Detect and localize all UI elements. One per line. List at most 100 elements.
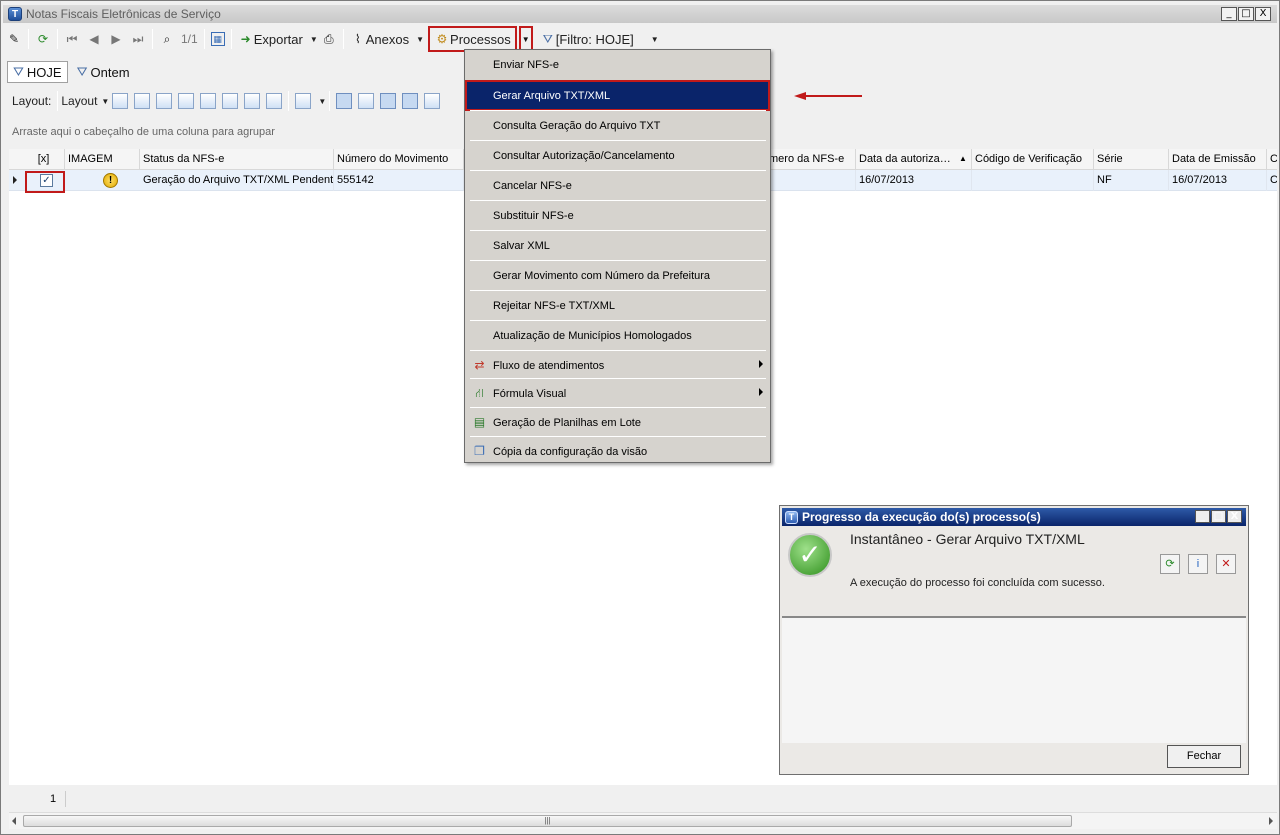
layout-dropdown[interactable]: Layout (61, 94, 97, 108)
font-icon[interactable] (424, 93, 441, 109)
cell-emission-date: 16/07/2013 (1169, 170, 1267, 191)
layout-tool-4-icon[interactable] (178, 93, 195, 109)
layout-tool-5-icon[interactable] (200, 93, 217, 109)
scroll-thumb[interactable]: ||| (23, 815, 1072, 827)
scroll-left-icon[interactable] (12, 817, 16, 825)
menu-item-label: Consulta Geração do Arquivo TXT (493, 119, 661, 132)
layout-dropdown-arrow[interactable]: ▼ (101, 97, 109, 106)
col-verification-code[interactable]: Código de Verificação (972, 149, 1094, 170)
menu-item-reject-nfse[interactable]: Rejeitar NFS-e TXT/XML (466, 291, 769, 320)
export-label: Exportar (253, 31, 303, 47)
export-dropdown[interactable]: ▼ (310, 35, 318, 44)
calendar-icon: ▦ (210, 32, 225, 46)
next-record-button[interactable]: ▶ (105, 27, 127, 51)
horizontal-scrollbar[interactable]: ||| (9, 812, 1277, 829)
group-by-hint[interactable]: Arraste aqui o cabeçalho de uma coluna p… (12, 126, 275, 138)
col-series[interactable]: Série (1094, 149, 1169, 170)
menu-item-label: Gerar Arquivo TXT/XML (493, 89, 611, 102)
chart-icon[interactable] (295, 93, 312, 109)
view-4-icon[interactable] (402, 93, 419, 109)
col-emission-date[interactable]: Data de Emissão (1169, 149, 1267, 170)
menu-item-generate-txt-xml[interactable]: Gerar Arquivo TXT/XML (465, 80, 770, 111)
menu-item-service-flow[interactable]: ⇄ Fluxo de atendimentos (466, 351, 769, 380)
menu-item-batch-spreadsheets[interactable]: ▤ Geração de Planilhas em Lote (466, 408, 769, 437)
info-icon[interactable]: i (1188, 554, 1208, 574)
attachments-button[interactable]: ⌇ Anexos (347, 27, 412, 51)
attachments-dropdown[interactable]: ▼ (416, 35, 424, 44)
view-3-icon[interactable] (380, 93, 397, 109)
refresh-button[interactable]: ⟳ (32, 27, 54, 51)
filter-icon: ⛛ (76, 64, 88, 79)
col-image[interactable]: IMAGEM (65, 149, 140, 170)
dialog-minimize-button[interactable]: _ (1195, 510, 1210, 523)
filter-yesterday-button[interactable]: ⛛ Ontem (72, 61, 135, 83)
close-button[interactable]: X (1255, 7, 1271, 21)
view-1-icon[interactable] (336, 93, 353, 109)
col-extra[interactable]: C (1267, 149, 1277, 170)
cell-status: Geração do Arquivo TXT/XML Pendente (140, 170, 334, 191)
filter-today-label: HOJE (26, 64, 62, 80)
row-indicator-icon (13, 176, 17, 184)
attachments-label: Anexos (365, 31, 410, 47)
chart-dropdown[interactable]: ▼ (318, 97, 326, 106)
copy-icon: ❐ (474, 444, 485, 458)
edit-button[interactable]: ✎ (3, 27, 25, 51)
filter-button[interactable]: ⛛ [Filtro: HOJE] (537, 27, 637, 51)
col-nfse-number[interactable]: mero da NFS-e (766, 149, 856, 170)
layout-tool-3-icon[interactable] (156, 93, 173, 109)
layout-tool-1-icon[interactable] (112, 93, 129, 109)
col-auth-date[interactable]: Data da autoriza… (856, 149, 972, 170)
layout-tool-8-icon[interactable] (266, 93, 283, 109)
view-2-icon[interactable] (358, 93, 375, 109)
menu-item-send-nfse[interactable]: Enviar NFS-e (466, 50, 769, 79)
menu-item-update-municipalities[interactable]: Atualização de Municípios Homologados (466, 321, 769, 350)
cancel-icon[interactable]: ✕ (1216, 554, 1236, 574)
print-button[interactable]: ⎙ (318, 27, 340, 51)
dialog-maximize-button[interactable]: □ (1211, 510, 1226, 523)
menu-item-copy-view-config[interactable]: ❐ Cópia da configuração da visão (466, 437, 769, 466)
menu-item-cancel-nfse[interactable]: Cancelar NFS-e (466, 171, 769, 200)
status-page-number: 1 (50, 793, 57, 805)
filter-dropdown[interactable]: ▼ (651, 35, 659, 44)
menu-item-replace-nfse[interactable]: Substituir NFS-e (466, 201, 769, 230)
export-button[interactable]: ➜ Exportar (235, 27, 306, 51)
layout-tool-6-icon[interactable] (222, 93, 239, 109)
status-bar: 1 (9, 791, 1277, 809)
menu-item-save-xml[interactable]: Salvar XML (466, 231, 769, 260)
sort-asc-icon: ▲ (959, 154, 967, 163)
app-icon: T (785, 510, 798, 524)
menu-item-label: Salvar XML (493, 239, 550, 252)
find-button[interactable]: ⌕ (156, 27, 178, 51)
last-record-button[interactable]: ⏭ (127, 27, 149, 51)
spreadsheet-icon: ▤ (473, 415, 486, 429)
menu-item-label: Consultar Autorização/Cancelamento (493, 149, 675, 162)
prev-record-button[interactable]: ◀ (83, 27, 105, 51)
layout-tool-2-icon[interactable] (134, 93, 151, 109)
calendar-button[interactable]: ▦ (208, 27, 228, 51)
main-window: T Notas Fiscais Eletrônicas de Serviço _… (0, 0, 1280, 835)
col-movement-number[interactable]: Número do Movimento (334, 149, 464, 170)
menu-item-query-authorization[interactable]: Consultar Autorização/Cancelamento (466, 141, 769, 170)
checkbox-annotation-box (25, 171, 65, 193)
cell-verification-code (972, 170, 1094, 191)
menu-item-visual-formula[interactable]: ⛙ Fórmula Visual (466, 379, 769, 408)
dialog-close-action-button[interactable]: Fechar (1167, 745, 1241, 768)
col-select-all[interactable]: [x] (23, 149, 65, 170)
menu-item-generate-movement[interactable]: Gerar Movimento com Número da Prefeitura (466, 261, 769, 290)
dialog-close-button[interactable]: X (1227, 510, 1242, 523)
scroll-right-icon[interactable] (1269, 817, 1273, 825)
rerun-icon[interactable]: ⟳ (1160, 554, 1180, 574)
menu-item-query-txt-generation[interactable]: Consulta Geração do Arquivo TXT (466, 111, 769, 140)
first-record-button[interactable]: ⏮ (61, 27, 83, 51)
minimize-button[interactable]: _ (1221, 7, 1237, 21)
submenu-arrow-icon (759, 388, 763, 396)
filter-today-button[interactable]: ⛛ HOJE (7, 61, 68, 83)
menu-item-label: Gerar Movimento com Número da Prefeitura (493, 269, 711, 282)
maximize-button[interactable]: □ (1238, 7, 1254, 21)
cell-nfse-number (766, 170, 856, 191)
submenu-arrow-icon (759, 360, 763, 368)
filter-label: [Filtro: HOJE] (555, 31, 634, 47)
col-status[interactable]: Status da NFS-e (140, 149, 334, 170)
dialog-message: A execução do processo foi concluída com… (850, 577, 1105, 589)
sum-icon[interactable] (244, 93, 261, 109)
